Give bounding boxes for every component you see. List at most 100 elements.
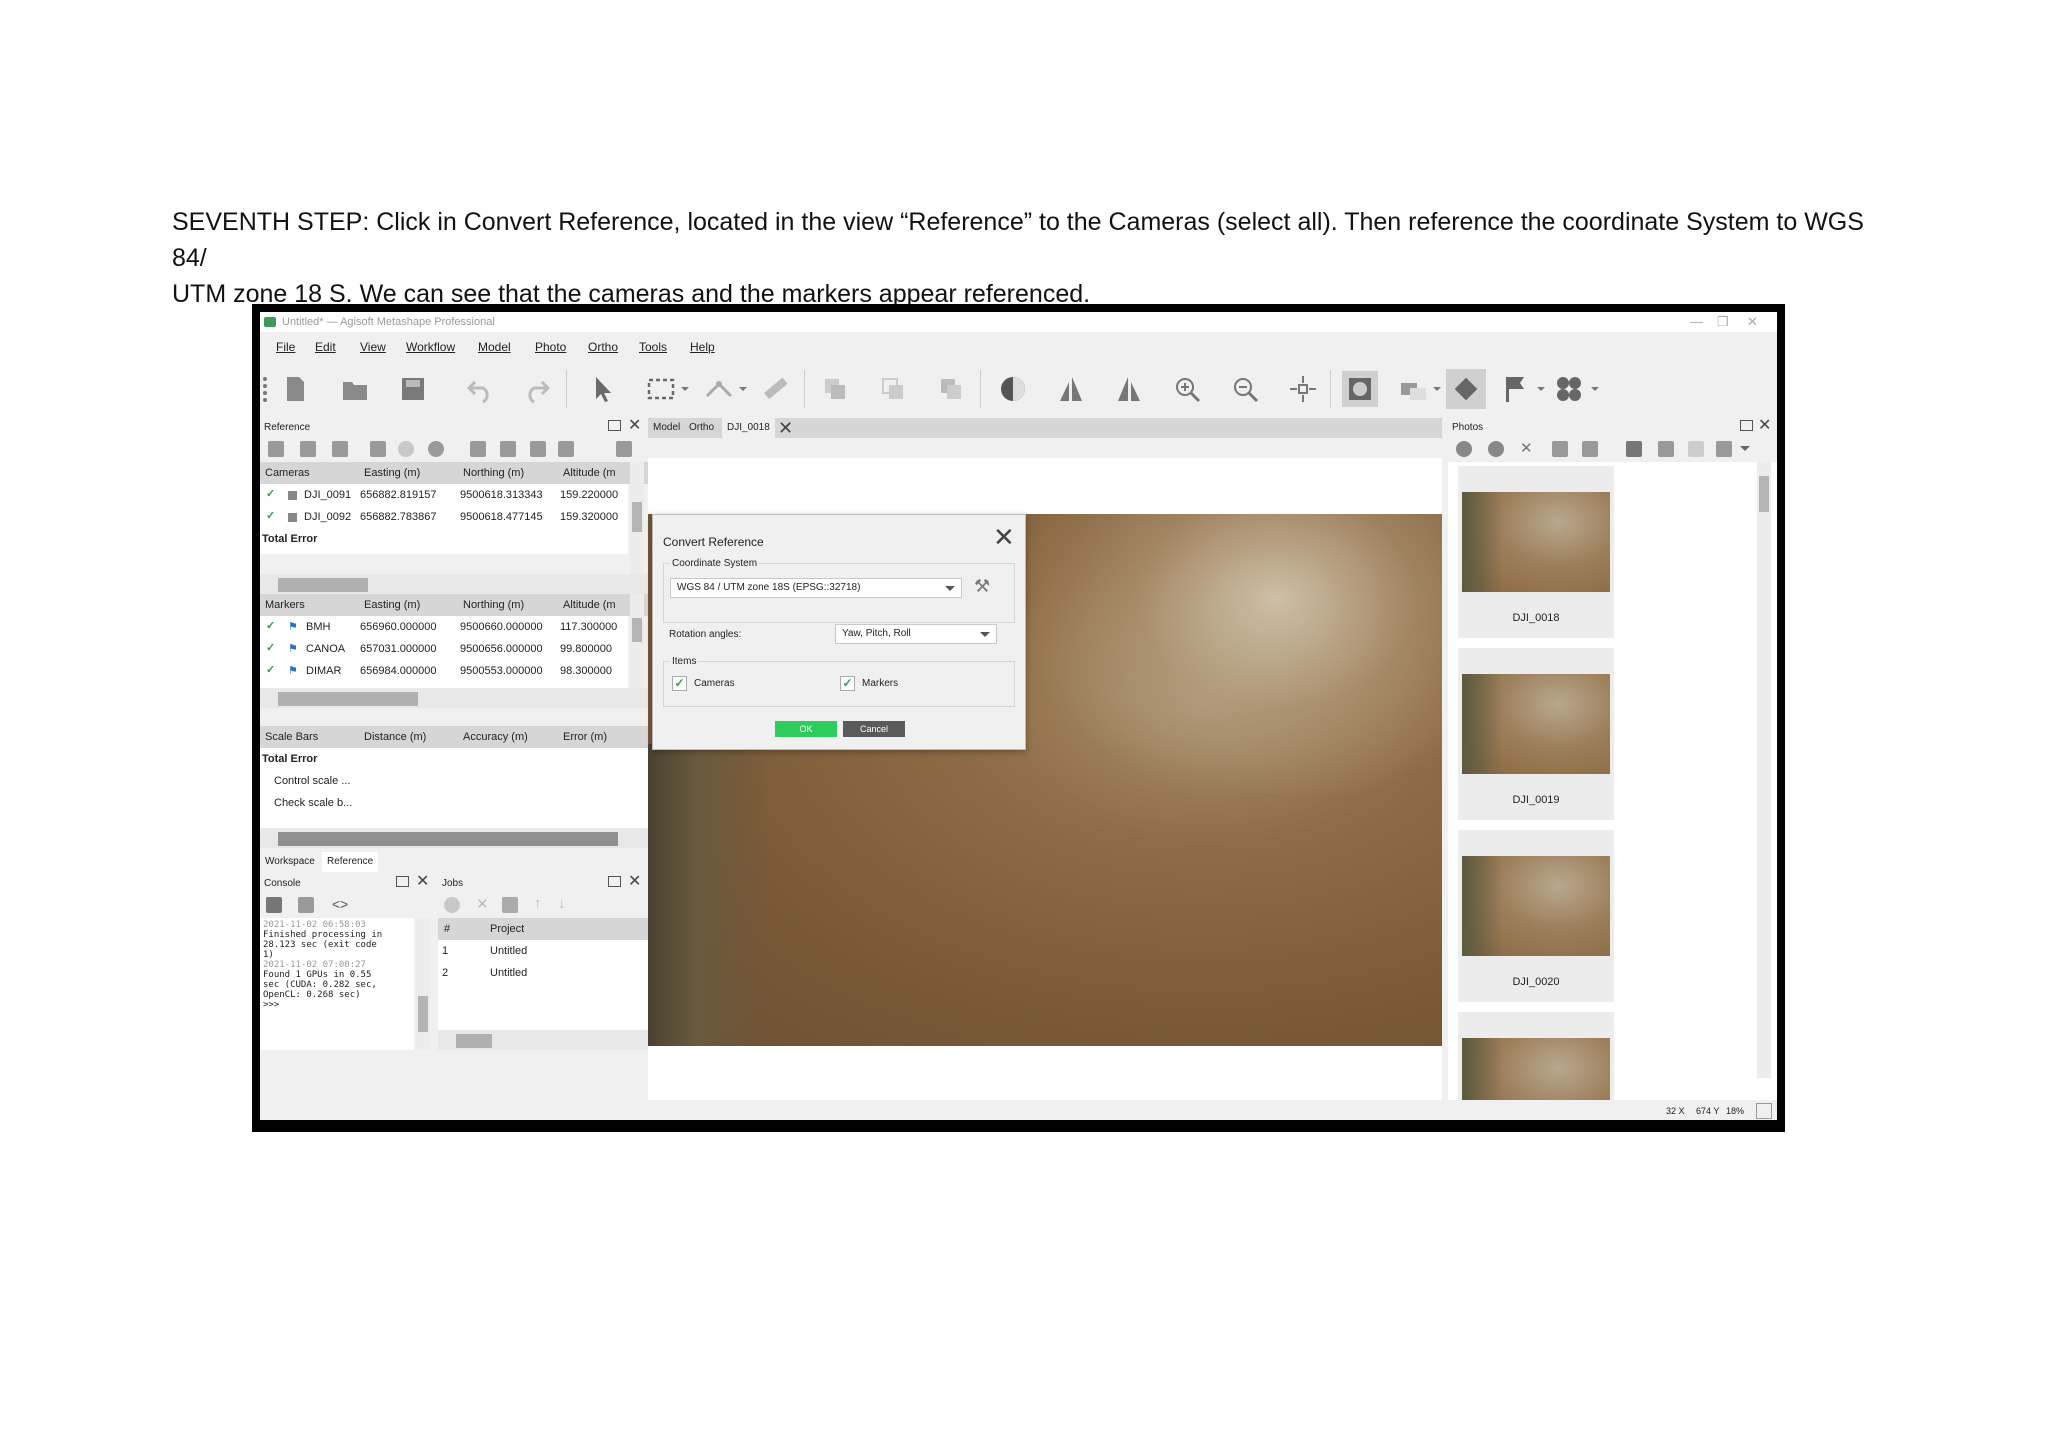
optimize-icon[interactable]: [558, 441, 574, 457]
scale-bar-icon[interactable]: [760, 374, 790, 404]
table-row[interactable]: 1 Untitled: [438, 940, 648, 962]
chevron-down-icon[interactable]: [1432, 374, 1442, 404]
markers-vertical-scrollbar[interactable]: [630, 594, 644, 688]
photo-thumbnail[interactable]: DJI_0019: [1458, 648, 1614, 820]
menu-ortho[interactable]: Ortho: [588, 340, 618, 354]
photo-viewport[interactable]: Convert Reference ✕ Coordinate System WG…: [648, 458, 1442, 1100]
navigation-mode-icon[interactable]: [1056, 374, 1086, 404]
menu-tools[interactable]: Tools: [639, 340, 667, 354]
console-vertical-scrollbar[interactable]: [416, 918, 430, 1050]
show-points-icon[interactable]: [1554, 374, 1584, 404]
convert-reference-icon[interactable]: [370, 441, 386, 457]
col-northing[interactable]: Northing (m): [463, 467, 524, 479]
chevron-down-icon[interactable]: [1740, 446, 1750, 451]
close-panel-icon[interactable]: ✕: [628, 418, 641, 434]
col-markers[interactable]: Markers: [265, 599, 305, 611]
star-icon[interactable]: [398, 441, 414, 457]
import-reference-icon[interactable]: [268, 441, 284, 457]
minimize-icon[interactable]: —: [1690, 314, 1703, 329]
undo-icon[interactable]: [465, 374, 495, 404]
col-scale-bars[interactable]: Scale Bars: [265, 731, 318, 743]
start-job-icon[interactable]: [444, 897, 460, 913]
table-row[interactable]: ✓ ⚑ BMH 656960.000000 9500660.000000 117…: [260, 616, 628, 638]
tab-model[interactable]: Model: [648, 418, 685, 438]
col-accuracy[interactable]: Accuracy (m): [463, 731, 528, 743]
col-altitude[interactable]: Altitude (m: [563, 599, 616, 611]
export-reference-icon[interactable]: [300, 441, 316, 457]
duplicate-icon[interactable]: [820, 374, 850, 404]
tab-reference[interactable]: Reference: [322, 852, 379, 872]
fit-view-icon[interactable]: [1756, 1103, 1772, 1119]
ok-button[interactable]: OK: [775, 721, 837, 737]
photo-thumbnail[interactable]: [1458, 1012, 1614, 1100]
show-cameras-icon[interactable]: [1342, 371, 1378, 407]
menu-workflow[interactable]: Workflow: [406, 340, 455, 354]
new-document-icon[interactable]: [280, 374, 310, 404]
col-distance[interactable]: Distance (m): [364, 731, 426, 743]
save-log-icon[interactable]: [266, 897, 282, 913]
show-masks-icon[interactable]: [1658, 441, 1674, 457]
col-number[interactable]: #: [444, 923, 450, 935]
col-northing[interactable]: Northing (m): [463, 599, 524, 611]
close-panel-icon[interactable]: ✕: [1758, 418, 1771, 434]
rotation-angles-select[interactable]: Yaw, Pitch, Roll: [835, 624, 997, 644]
cameras-vertical-scrollbar[interactable]: [630, 462, 644, 574]
coordinate-system-select[interactable]: WGS 84 / UTM zone 18S (EPSG::32718): [670, 578, 962, 598]
photos-vertical-scrollbar[interactable]: [1757, 462, 1771, 1078]
clear-log-icon[interactable]: [298, 897, 314, 913]
dialog-close-icon[interactable]: ✕: [993, 524, 1015, 550]
menu-view[interactable]: View: [360, 340, 386, 354]
table-row[interactable]: 2 Untitled: [438, 962, 648, 984]
restore-icon[interactable]: ❐: [1717, 314, 1729, 330]
close-panel-icon[interactable]: ✕: [416, 874, 429, 890]
tab-ortho[interactable]: Ortho: [684, 418, 719, 438]
rectangle-selection-icon[interactable]: [646, 374, 676, 404]
ruler-measure-icon[interactable]: [704, 374, 734, 404]
rotate-right-icon[interactable]: [1552, 441, 1568, 457]
view-estimated-icon[interactable]: [500, 441, 516, 457]
redo-icon[interactable]: [522, 374, 552, 404]
delete-job-icon[interactable]: [502, 897, 518, 913]
move-up-icon[interactable]: ↑: [534, 895, 542, 912]
photo-thumbnail[interactable]: DJI_0020: [1458, 830, 1614, 1002]
settings-tools-icon[interactable]: [616, 441, 632, 457]
close-tab-icon[interactable]: ✕: [778, 418, 793, 438]
select-pointer-icon[interactable]: [588, 374, 618, 404]
photo-thumbnail[interactable]: DJI_0018: [1458, 466, 1614, 638]
menu-file[interactable]: File: [276, 340, 295, 354]
scalebars-horizontal-scrollbar[interactable]: [260, 828, 648, 848]
menu-help[interactable]: Help: [690, 340, 715, 354]
cameras-horizontal-scrollbar[interactable]: [260, 574, 648, 594]
col-easting[interactable]: Easting (m): [364, 467, 420, 479]
table-row[interactable]: ✓ DJI_0091 656882.819157 9500618.313343 …: [260, 484, 628, 506]
menu-model[interactable]: Model: [478, 340, 511, 354]
invert-selection-icon[interactable]: [936, 374, 966, 404]
close-window-icon[interactable]: ✕: [1747, 314, 1758, 330]
float-panel-icon[interactable]: [608, 876, 621, 887]
zoom-in-icon[interactable]: [1172, 374, 1202, 404]
update-icon[interactable]: [428, 441, 444, 457]
disable-cameras-icon[interactable]: [1488, 441, 1504, 457]
cancel-job-icon[interactable]: ✕: [476, 895, 489, 913]
menu-edit[interactable]: Edit: [315, 340, 336, 354]
binoculars-icon[interactable]: [1626, 441, 1642, 457]
zoom-out-icon[interactable]: [1230, 374, 1260, 404]
run-script-icon[interactable]: <>: [332, 896, 348, 912]
table-row[interactable]: ✓ DJI_0092 656882.783867 9500618.477145 …: [260, 506, 628, 528]
tab-workspace[interactable]: Workspace: [260, 852, 320, 872]
col-easting[interactable]: Easting (m): [364, 599, 420, 611]
show-layers-icon[interactable]: [1398, 374, 1428, 404]
chevron-down-icon[interactable]: [680, 374, 690, 404]
show-markers-icon[interactable]: [1500, 374, 1530, 404]
jobs-horizontal-scrollbar[interactable]: [438, 1030, 648, 1050]
cancel-button[interactable]: Cancel: [843, 721, 905, 737]
move-down-icon[interactable]: ↓: [558, 895, 566, 912]
close-panel-icon[interactable]: ✕: [628, 874, 641, 890]
table-row[interactable]: ✓ ⚑ CANOA 657031.000000 9500656.000000 9…: [260, 638, 628, 660]
console-prompt[interactable]: >>>: [263, 1000, 382, 1010]
view-mode-icon[interactable]: [1716, 441, 1732, 457]
layers-icon[interactable]: [1688, 441, 1704, 457]
markers-checkbox[interactable]: ✓: [840, 676, 855, 691]
clear-reference-icon[interactable]: [332, 441, 348, 457]
menu-photo[interactable]: Photo: [535, 340, 566, 354]
